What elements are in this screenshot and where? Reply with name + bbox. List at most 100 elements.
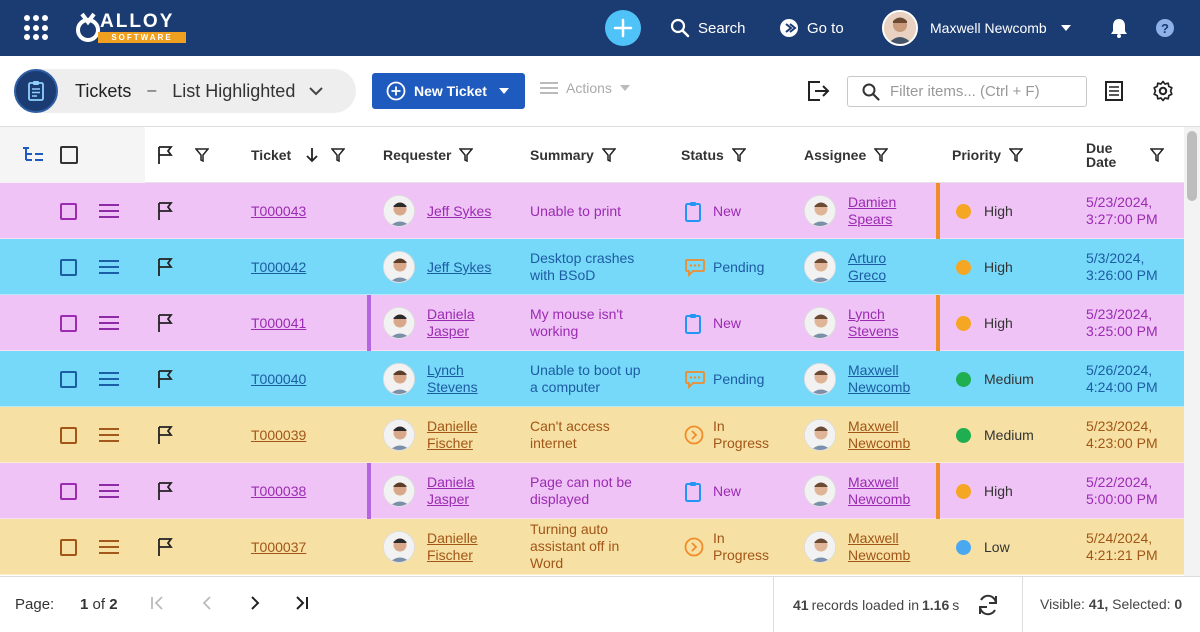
assignee-link[interactable]: Maxwell Newcomb	[848, 474, 910, 508]
arrow-down-icon[interactable]	[305, 147, 319, 163]
status-line1: In	[713, 530, 725, 546]
filter-funnel-icon[interactable]	[1150, 148, 1165, 162]
requester-column-header[interactable]: Requester	[383, 127, 474, 183]
requester-link[interactable]: Daniela Jasper	[427, 306, 474, 340]
filter-funnel-icon[interactable]	[331, 148, 346, 162]
vertical-scrollbar[interactable]	[1184, 127, 1200, 576]
previous-page-button[interactable]	[199, 595, 215, 614]
grid-footer: Page: 1 of 2 41 records loaded in 1.16 s …	[0, 576, 1200, 632]
new-ticket-button[interactable]: New Ticket	[372, 73, 525, 109]
requester-link[interactable]: Daniela Jasper	[427, 474, 474, 508]
filter-funnel-icon[interactable]	[874, 148, 889, 162]
last-page-button[interactable]	[293, 595, 309, 614]
filter-input[interactable]	[890, 83, 1080, 100]
table-row[interactable]: T000040 Lynch Stevens Unable to boot up a co…	[0, 351, 1184, 407]
due-date-column-header[interactable]: Due Date	[1086, 127, 1165, 183]
status-text: Pending	[713, 371, 764, 388]
alloy-logo[interactable]: ALLOY SOFTWARE	[74, 11, 190, 44]
assignee-link[interactable]: Arturo Greco	[848, 250, 886, 284]
apps-grid-icon[interactable]	[24, 15, 50, 41]
view-selector[interactable]: Tickets – List Highlighted	[14, 69, 356, 113]
filter-funnel-icon[interactable]	[731, 148, 746, 162]
row-menu-icon[interactable]	[99, 427, 119, 443]
assignee-link[interactable]: Maxwell Newcomb	[848, 530, 910, 564]
requester-link[interactable]: Jeff Sykes	[427, 259, 491, 276]
row-menu-icon[interactable]	[99, 483, 119, 499]
search-link[interactable]: Search	[670, 0, 746, 56]
assignee-link[interactable]: Lynch Stevens	[848, 306, 899, 340]
requester-link[interactable]: Jeff Sykes	[427, 203, 491, 220]
ticket-number-link[interactable]: T000042	[251, 259, 306, 275]
flag-icon[interactable]	[157, 369, 175, 389]
row-menu-icon[interactable]	[99, 539, 119, 555]
actions-menu[interactable]: Actions	[540, 80, 630, 96]
ticket-number-link[interactable]: T000041	[251, 315, 306, 331]
ticket-number-link[interactable]: T000043	[251, 203, 306, 219]
row-checkbox[interactable]	[60, 259, 77, 276]
requester-link[interactable]: Danielle Fischer	[427, 418, 478, 452]
row-menu-icon[interactable]	[99, 259, 119, 275]
status-column-header[interactable]: Status	[681, 127, 746, 183]
settings-button[interactable]	[1152, 80, 1174, 105]
ticket-number-link[interactable]: T000038	[251, 483, 306, 499]
flag-column-header[interactable]	[157, 127, 209, 183]
summary-column-header[interactable]: Summary	[530, 127, 616, 183]
ticket-number-link[interactable]: T000039	[251, 427, 306, 443]
assignee-link[interactable]: Damien Spears	[848, 194, 896, 228]
flag-icon[interactable]	[157, 257, 175, 277]
flag-icon[interactable]	[157, 425, 175, 445]
table-row[interactable]: T000041 Daniela Jasper My mouse isn't workin…	[0, 295, 1184, 351]
user-menu[interactable]: Maxwell Newcomb	[882, 0, 1071, 56]
status-line1: In	[713, 418, 725, 434]
table-row[interactable]: T000039 Danielle Fischer Can't access intern…	[0, 407, 1184, 463]
ticket-number-link[interactable]: T000037	[251, 539, 306, 555]
requester-link[interactable]: Danielle Fischer	[427, 530, 478, 564]
tree-toggle-button[interactable]	[22, 127, 44, 183]
export-button[interactable]	[806, 80, 830, 105]
row-menu-icon[interactable]	[99, 203, 119, 219]
flag-icon[interactable]	[157, 201, 175, 221]
refresh-button[interactable]	[976, 593, 1000, 620]
row-checkbox[interactable]	[60, 427, 77, 444]
row-checkbox[interactable]	[60, 315, 77, 332]
filter-field[interactable]	[847, 76, 1087, 107]
column-chooser-button[interactable]	[1104, 80, 1124, 105]
priority-header-label: Priority	[952, 147, 1002, 163]
ticket-number-link[interactable]: T000040	[251, 371, 306, 387]
table-row[interactable]: T000037 Danielle Fischer Turning auto assist…	[0, 519, 1184, 575]
row-checkbox[interactable]	[60, 203, 77, 220]
flag-icon[interactable]	[157, 537, 175, 557]
filter-funnel-icon[interactable]	[1009, 148, 1024, 162]
help-button[interactable]: ?	[1156, 19, 1174, 37]
select-all-checkbox[interactable]	[60, 146, 78, 164]
first-page-button[interactable]	[150, 595, 166, 614]
row-checkbox[interactable]	[60, 539, 77, 556]
bell-icon	[1111, 19, 1127, 38]
assignee-column-header[interactable]: Assignee	[804, 127, 889, 183]
ticket-column-header[interactable]: Ticket	[251, 127, 346, 183]
filter-funnel-icon[interactable]	[601, 148, 616, 162]
priority-dot-icon	[956, 540, 971, 555]
next-page-button[interactable]	[247, 595, 263, 614]
assignee-link[interactable]: Maxwell Newcomb	[848, 418, 910, 452]
due-date-text: 5/23/2024, 3:27:00 PM	[1086, 194, 1158, 228]
filter-funnel-icon[interactable]	[459, 148, 474, 162]
scrollbar-thumb[interactable]	[1187, 131, 1197, 201]
notifications-button[interactable]	[1110, 18, 1128, 41]
table-row[interactable]: T000038 Daniela Jasper Page can not be displ…	[0, 463, 1184, 519]
quick-add-button[interactable]	[605, 10, 641, 46]
row-checkbox[interactable]	[60, 483, 77, 500]
goto-link[interactable]: Go to	[779, 0, 844, 56]
priority-column-header[interactable]: Priority	[952, 127, 1024, 183]
flag-icon[interactable]	[157, 313, 175, 333]
assignee-link[interactable]: Maxwell Newcomb	[848, 362, 910, 396]
row-menu-icon[interactable]	[99, 371, 119, 387]
row-checkbox[interactable]	[60, 371, 77, 388]
chat-bubble-icon	[684, 369, 706, 392]
row-menu-icon[interactable]	[99, 315, 119, 331]
flag-icon[interactable]	[157, 481, 175, 501]
requester-link[interactable]: Lynch Stevens	[427, 362, 478, 396]
filter-funnel-icon[interactable]	[195, 148, 209, 162]
table-row[interactable]: T000043 Jeff Sykes Unable to print New Damie…	[0, 183, 1184, 239]
table-row[interactable]: T000042 Jeff Sykes Desktop crashes with BSo…	[0, 239, 1184, 295]
